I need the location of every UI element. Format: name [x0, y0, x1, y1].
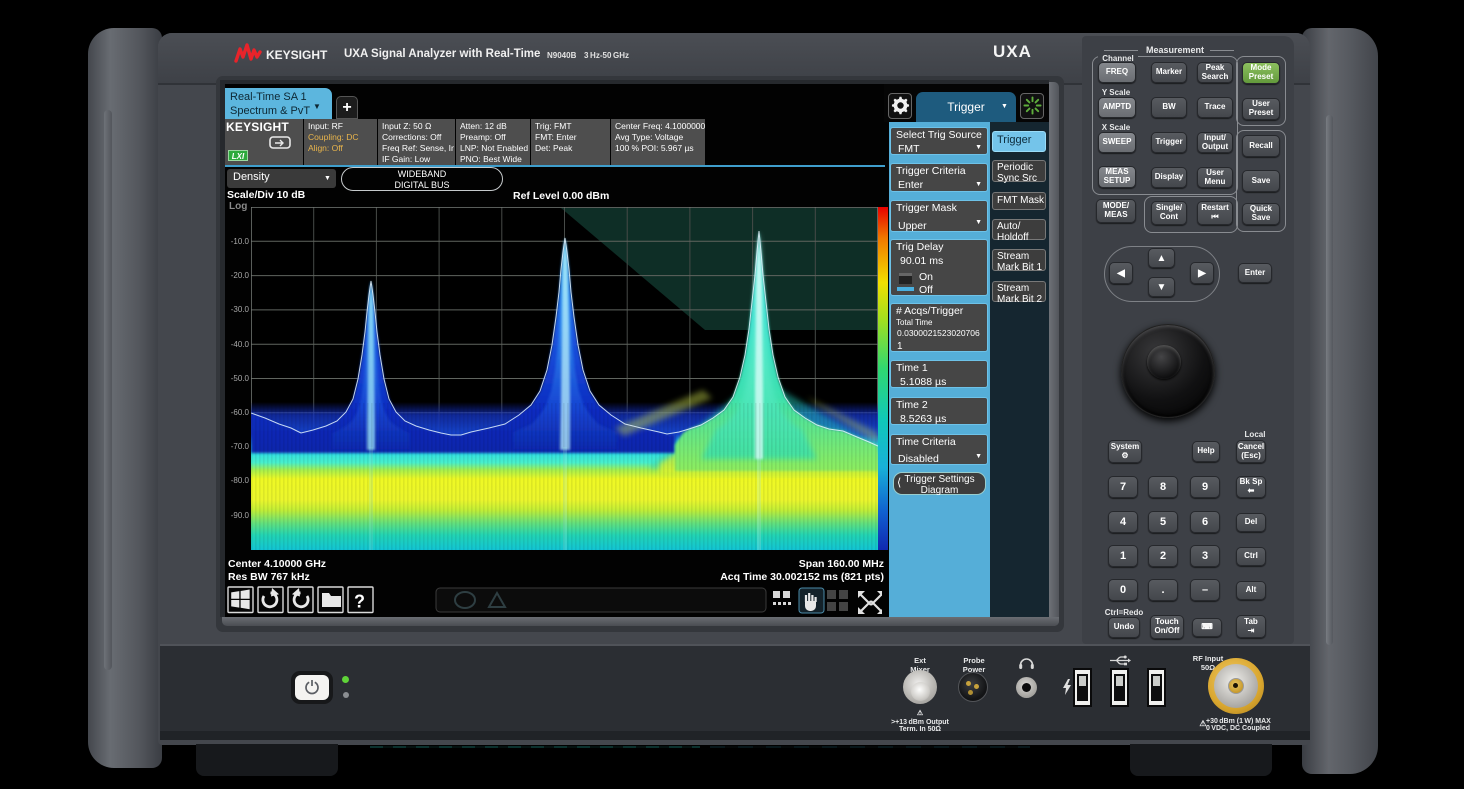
svg-text:?: ? [354, 592, 365, 612]
